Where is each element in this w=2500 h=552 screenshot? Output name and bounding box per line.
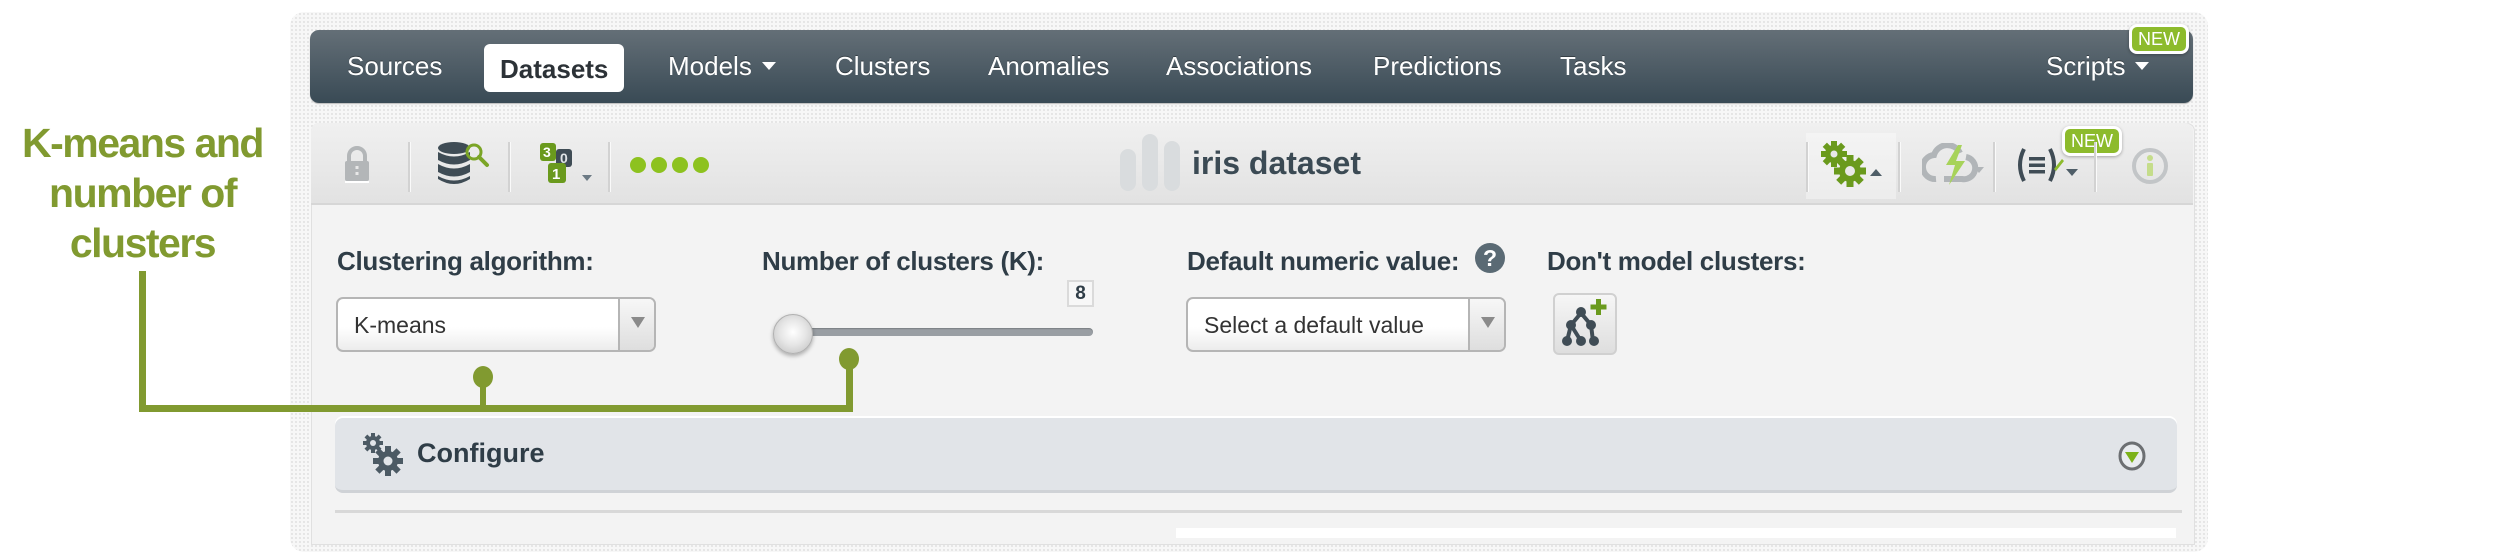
nav-associations[interactable]: Associations	[1166, 30, 1312, 103]
content-edge	[1176, 528, 2176, 538]
help-icon[interactable]: ?	[1475, 243, 1505, 273]
toolbar-separator	[408, 142, 410, 192]
dataset-bars-icon	[1120, 134, 1180, 191]
svg-text:1: 1	[552, 166, 560, 183]
k-slider-track[interactable]	[795, 328, 1093, 336]
default-numeric-value-select[interactable]: Select a default value	[1186, 297, 1506, 352]
svg-text:3: 3	[543, 144, 551, 160]
toolbar-separator	[508, 142, 510, 192]
nav-models-label: Models	[668, 51, 752, 81]
default-numeric-value-label: Default numeric value:	[1187, 246, 1460, 276]
nav-anomalies[interactable]: Anomalies	[988, 30, 1109, 103]
number-of-clusters-label: Number of clusters (K):	[762, 246, 1045, 276]
toolbar-separator	[2094, 142, 2096, 192]
dataset-search-icon[interactable]	[437, 140, 491, 186]
section-divider	[335, 510, 2182, 513]
nav-sources[interactable]: Sources	[347, 30, 442, 103]
model-tree-add-icon	[1562, 299, 1607, 346]
expand-toggle-icon[interactable]	[2117, 441, 2147, 471]
annotation-line-2: number of	[49, 170, 237, 216]
annotation-pointer-algorithm	[473, 366, 493, 388]
script-new-badge: NEW	[2062, 126, 2122, 156]
toolbar-separator	[1806, 142, 1808, 192]
gears-icon	[363, 433, 403, 476]
nav-tasks[interactable]: Tasks	[1560, 30, 1626, 103]
info-icon[interactable]	[2130, 146, 2170, 186]
annotation-connector-vertical	[139, 271, 146, 412]
nav-datasets[interactable]: Datasets	[484, 44, 625, 92]
annotation-connector-horizontal	[139, 405, 853, 412]
nav-scripts-label: Scripts	[2046, 51, 2126, 81]
annotation-pointer-clusters	[839, 348, 859, 370]
flash-cloud-icon[interactable]	[1922, 143, 1990, 187]
clustering-algorithm-value: K-means	[354, 312, 447, 338]
configure-gears-icon[interactable]	[1818, 140, 1888, 188]
annotation-line-1: K-means and	[22, 120, 264, 166]
toolbar-separator	[608, 142, 610, 192]
dont-model-clusters-button[interactable]	[1553, 293, 1617, 355]
toolbar-separator	[1898, 142, 1900, 192]
page-title: iris dataset	[1192, 145, 1361, 181]
default-numeric-value-placeholder: Select a default value	[1204, 312, 1424, 338]
configure-section-toggle[interactable]: Configure	[335, 418, 2177, 493]
dropdown-arrow-icon[interactable]	[618, 299, 654, 350]
chevron-down-icon	[2135, 62, 2150, 71]
lock-icon[interactable]	[343, 146, 371, 184]
annotation-line-3: clusters	[69, 220, 217, 266]
top-nav: Sources Datasets Models Clusters Anomali…	[310, 30, 2193, 103]
scripts-new-badge: NEW	[2129, 24, 2189, 54]
k-slider-thumb[interactable]	[773, 314, 813, 354]
field-types-icon[interactable]: 0 3 1	[538, 143, 600, 185]
nav-models[interactable]: Models	[668, 30, 776, 103]
dropdown-arrow-icon[interactable]	[1468, 299, 1504, 350]
dont-model-clusters-label: Don't model clusters:	[1547, 246, 1806, 276]
chevron-down-icon	[761, 62, 776, 71]
nav-predictions[interactable]: Predictions	[1373, 30, 1502, 103]
configure-label: Configure	[417, 438, 545, 468]
toolbar-separator	[1993, 142, 1995, 192]
clustering-algorithm-label: Clustering algorithm:	[337, 246, 594, 276]
k-value-display: 8	[1067, 280, 1094, 307]
status-dots-icon	[630, 157, 709, 173]
nav-clusters[interactable]: Clusters	[835, 30, 930, 103]
annotation-text: K-means and number of clusters	[0, 118, 285, 268]
clustering-algorithm-select[interactable]: K-means	[336, 297, 656, 352]
